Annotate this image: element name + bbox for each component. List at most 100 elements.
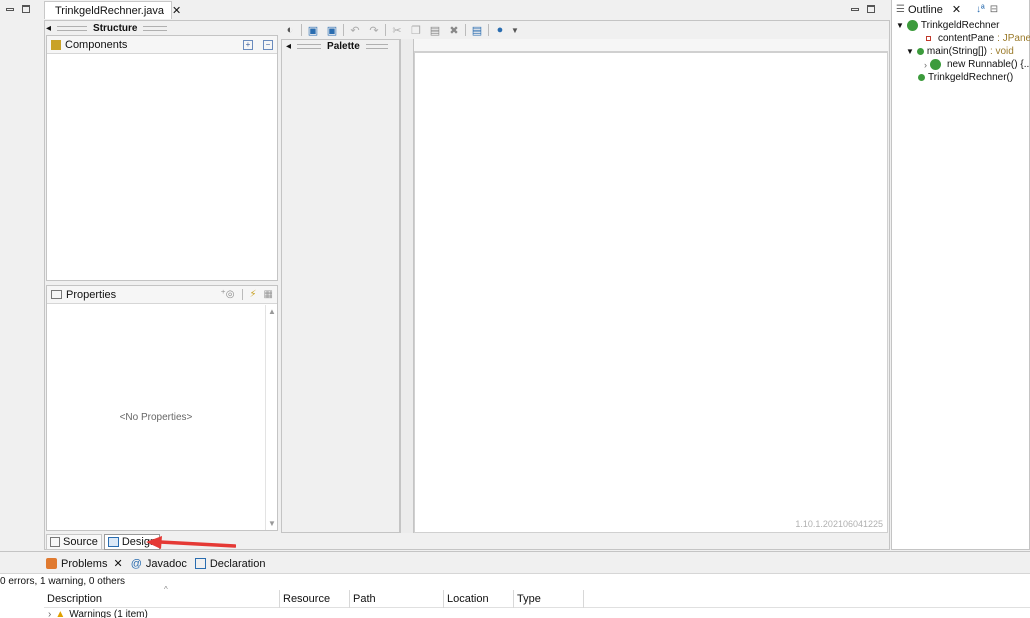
source-design-tabs: Source Design bbox=[46, 534, 161, 550]
outline-item[interactable]: › new Runnable() {... bbox=[924, 59, 1030, 70]
no-properties-text: <No Properties> bbox=[119, 412, 193, 423]
column-description[interactable]: Description bbox=[44, 590, 280, 608]
toolbar-separator bbox=[301, 24, 302, 36]
javadoc-tab-label: Javadoc bbox=[145, 557, 187, 570]
outline-item-label: TrinkgeldRechner() bbox=[928, 72, 1014, 83]
column-type[interactable]: Type bbox=[514, 590, 584, 608]
outline-item[interactable]: TrinkgeldRechner() bbox=[918, 72, 1013, 83]
maximize-icon[interactable] bbox=[867, 5, 875, 13]
minimize-icon[interactable] bbox=[851, 8, 859, 11]
source-label: Source bbox=[63, 536, 98, 548]
table-row-description: Warnings (1 item) bbox=[69, 609, 148, 618]
components-pane: Components + − bbox=[46, 35, 278, 281]
toolbar-separator bbox=[385, 24, 386, 36]
outline-item[interactable]: ▼ main(String[]) : void bbox=[906, 46, 1014, 57]
toolbar-separator bbox=[241, 289, 243, 300]
refresh-icon[interactable]: ▣ bbox=[324, 22, 340, 38]
warning-icon: ▲ bbox=[55, 609, 66, 618]
delete-icon[interactable]: ✖ bbox=[446, 22, 462, 38]
preview-icon[interactable]: ▣ bbox=[305, 22, 321, 38]
problems-icon bbox=[46, 558, 57, 569]
outline-item-label: main(String[]) bbox=[926, 46, 987, 57]
layout-icon[interactable]: ▤ bbox=[469, 22, 485, 38]
redo-icon[interactable]: ↷ bbox=[366, 22, 382, 38]
problems-tab-label: Problems bbox=[61, 557, 108, 570]
chevron-down-icon[interactable]: ▼ bbox=[906, 47, 914, 56]
expand-all-icon[interactable]: + bbox=[243, 39, 253, 50]
cut-icon[interactable]: ✂ bbox=[389, 22, 405, 38]
scroll-up-icon[interactable]: ▲ bbox=[268, 307, 276, 316]
test-gui-icon[interactable]: ◐ bbox=[282, 22, 298, 38]
problems-table-header: Description Resource Path Location Type … bbox=[44, 585, 1030, 608]
chevron-down-icon[interactable]: ▼ bbox=[511, 26, 519, 35]
palette-divider[interactable] bbox=[400, 39, 414, 533]
declaration-icon bbox=[194, 558, 206, 569]
field-icon bbox=[926, 36, 931, 41]
properties-pane: Properties ⁺◎ ⚡ ▦ <No Properties> ▲ ▼ bbox=[46, 285, 278, 531]
toolbar-separator bbox=[488, 24, 489, 36]
problems-view: Problems ✕ @ Javadoc Declaration 0 error… bbox=[0, 551, 1030, 618]
categories-icon[interactable]: ▦ bbox=[264, 289, 273, 300]
maximize-icon[interactable] bbox=[22, 5, 30, 13]
palette-title: Palette bbox=[327, 41, 360, 52]
palette-header: ◂ Palette bbox=[286, 41, 388, 52]
chevron-right-icon[interactable]: › bbox=[48, 609, 51, 618]
design-icon bbox=[107, 537, 119, 547]
close-icon[interactable]: ✕ bbox=[952, 3, 961, 16]
class-icon bbox=[906, 20, 918, 31]
paste-icon[interactable]: ▤ bbox=[427, 22, 443, 38]
outline-header: ☰ Outline ✕ ↓ª ⊟ bbox=[896, 3, 1030, 17]
column-location[interactable]: Location bbox=[444, 590, 514, 608]
collapse-all-icon[interactable]: ⊟ bbox=[990, 4, 998, 15]
javadoc-icon: @ bbox=[130, 557, 142, 570]
look-and-feel-icon[interactable]: ● bbox=[492, 22, 508, 38]
sort-indicator-icon: ^ bbox=[164, 585, 168, 594]
red-arrow-annotation bbox=[146, 536, 236, 549]
show-advanced-icon[interactable]: ⁺◎ bbox=[221, 289, 235, 300]
chevron-right-icon[interactable]: › bbox=[924, 60, 927, 70]
components-header: Components + − bbox=[47, 36, 277, 54]
design-canvas[interactable]: 1.10.1.202106041225 bbox=[414, 52, 888, 533]
close-icon[interactable]: ✕ bbox=[113, 557, 122, 570]
collapse-all-icon[interactable]: − bbox=[263, 39, 273, 50]
events-icon[interactable]: ⚡ bbox=[250, 289, 257, 300]
editor-tab-title: TrinkgeldRechner.java bbox=[55, 4, 165, 17]
outline-item-label: contentPane bbox=[938, 33, 995, 44]
editor-window-controls bbox=[851, 5, 875, 13]
grip bbox=[57, 25, 88, 31]
collapse-left-icon[interactable]: ◂ bbox=[46, 23, 51, 34]
close-icon[interactable]: ✕ bbox=[172, 4, 181, 17]
constructor-icon bbox=[918, 74, 925, 81]
components-label: Components bbox=[65, 38, 128, 51]
undo-icon[interactable]: ↶ bbox=[347, 22, 363, 38]
column-resource[interactable]: Resource bbox=[280, 590, 350, 608]
toolbar-separator bbox=[343, 24, 344, 36]
outline-item[interactable]: contentPane : JPanel bbox=[926, 33, 1030, 44]
collapse-left-icon[interactable]: ◂ bbox=[286, 41, 291, 52]
problems-tab[interactable]: Problems ✕ bbox=[46, 557, 123, 570]
outline-item-label: TrinkgeldRechner bbox=[920, 20, 1000, 31]
source-tab[interactable]: Source bbox=[46, 534, 102, 550]
properties-scrollbar[interactable]: ▲ ▼ bbox=[265, 305, 277, 530]
scroll-down-icon[interactable]: ▼ bbox=[268, 519, 276, 528]
grip bbox=[297, 44, 322, 49]
javadoc-tab[interactable]: @ Javadoc bbox=[131, 558, 187, 570]
version-label: 1.10.1.202106041225 bbox=[795, 519, 883, 529]
source-icon bbox=[50, 537, 60, 547]
properties-header: Properties ⁺◎ ⚡ ▦ bbox=[47, 286, 277, 304]
problems-tabs: Problems ✕ @ Javadoc Declaration bbox=[46, 557, 265, 570]
column-path[interactable]: Path bbox=[350, 590, 444, 608]
chevron-down-icon[interactable]: ▼ bbox=[896, 21, 904, 30]
table-row[interactable]: › ▲ Warnings (1 item) bbox=[48, 609, 148, 618]
outline-item[interactable]: ▼ TrinkgeldRechner bbox=[896, 20, 999, 31]
anonymous-class-icon bbox=[930, 59, 941, 70]
outline-item-type: : JPanel bbox=[997, 33, 1030, 44]
sort-icon[interactable]: ↓ª bbox=[976, 4, 985, 15]
grip bbox=[143, 25, 168, 31]
editor-tab[interactable]: TrinkgeldRechner.java ✕ bbox=[44, 1, 181, 19]
outline-item-type: : void bbox=[989, 46, 1014, 57]
declaration-tab[interactable]: Declaration bbox=[194, 558, 265, 570]
outline-icon: ☰ bbox=[896, 4, 905, 15]
copy-icon[interactable]: ❐ bbox=[408, 22, 424, 38]
minimize-icon[interactable] bbox=[6, 8, 14, 11]
